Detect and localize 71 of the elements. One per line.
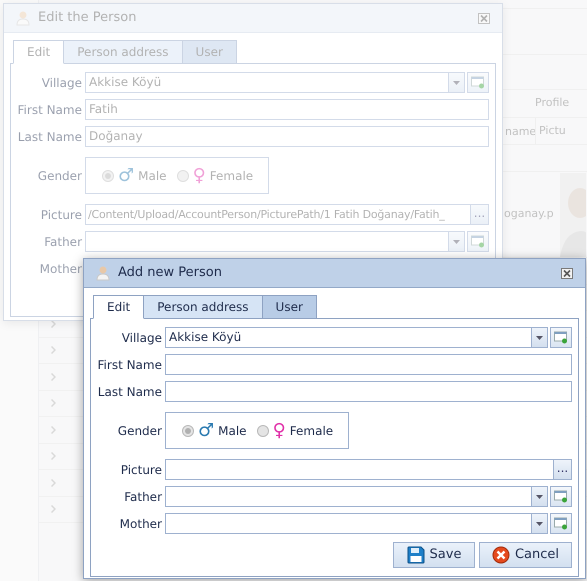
combo-box[interactable]: Akkise Köyü [165, 327, 548, 348]
add-record-icon [471, 76, 485, 89]
field-label: Village [120, 330, 163, 346]
caret-icon [453, 80, 460, 84]
chevron-icon[interactable] [51, 346, 56, 354]
user-icon [16, 10, 30, 26]
add-record-icon [554, 490, 568, 503]
table-cell-text: oganay.p [504, 206, 555, 222]
radio-label: Female [210, 168, 254, 184]
add-record-icon [471, 235, 485, 248]
field-label: Father [43, 234, 83, 250]
field-label: Gender [36, 168, 83, 184]
file-field[interactable]: ... [165, 459, 572, 480]
caret-icon [453, 240, 460, 244]
field-label: Picture [40, 206, 83, 224]
cancel-icon [492, 546, 510, 564]
field-label: Last Name [16, 128, 83, 146]
radio-label: Male [138, 168, 167, 184]
male-symbol-icon: ♂ [198, 422, 214, 440]
male-symbol-icon: ♂ [118, 166, 134, 184]
field-label: Last Name [96, 384, 163, 400]
tab[interactable]: Edit [93, 295, 144, 319]
field-label: Mother [118, 516, 163, 532]
column-header: name [505, 124, 535, 140]
caret-icon [536, 494, 543, 498]
dropdown-button[interactable] [531, 514, 547, 533]
field-label: Gender [116, 422, 163, 440]
field-label: Picture [120, 462, 163, 478]
close-icon[interactable] [561, 268, 573, 278]
add-button[interactable] [550, 486, 572, 507]
tab[interactable]: Person address [143, 295, 263, 319]
dropdown-button[interactable] [531, 487, 547, 506]
field-label: First Name [96, 356, 163, 374]
radio-button[interactable] [182, 424, 194, 436]
cancel-button[interactable]: Cancel [479, 542, 572, 568]
add-button[interactable] [550, 327, 572, 348]
add-record-icon [554, 331, 568, 344]
chevron-icon[interactable] [51, 452, 56, 460]
field-value: /Content/Upload/AccountPerson/PicturePath/1 Fatih Doğanay/Fatih_ [87, 207, 446, 223]
field-label: First Name [16, 102, 83, 118]
text-field[interactable] [165, 354, 572, 375]
text-field[interactable] [165, 381, 572, 402]
field-label: Mother [38, 260, 83, 278]
female-symbol-icon: ♀ [272, 422, 286, 440]
chevron-icon[interactable] [51, 426, 56, 434]
user-icon [96, 265, 110, 281]
add-button[interactable] [550, 513, 572, 534]
save-button[interactable]: Save [393, 542, 475, 568]
field-label: Father [123, 488, 163, 506]
tab[interactable]: User [262, 295, 317, 319]
column-header: Pictu [538, 122, 566, 139]
field-label: Village [40, 74, 83, 92]
caret-icon [536, 336, 543, 340]
chevron-icon[interactable] [51, 372, 56, 381]
field-value: Akkise Köyü [88, 74, 162, 91]
radio-button[interactable] [256, 424, 269, 436]
add-record-icon [554, 517, 568, 530]
caret-icon [536, 522, 543, 526]
browse-button[interactable]: ... [553, 460, 571, 479]
chevron-icon[interactable] [51, 478, 56, 487]
chevron-icon[interactable] [51, 320, 56, 328]
radio-label: Female [290, 422, 334, 440]
field-value: Akkise Köyü [168, 329, 242, 346]
chevron-icon[interactable] [51, 399, 56, 408]
window-title: Edit the Person [38, 9, 136, 28]
dropdown-button[interactable] [531, 328, 547, 347]
window-title: Add new Person [118, 264, 222, 282]
radio-label: Male [218, 422, 247, 440]
chevron-icon[interactable] [51, 505, 56, 514]
female-symbol-icon: ♀ [192, 166, 206, 184]
group-header: Profile [535, 95, 570, 112]
